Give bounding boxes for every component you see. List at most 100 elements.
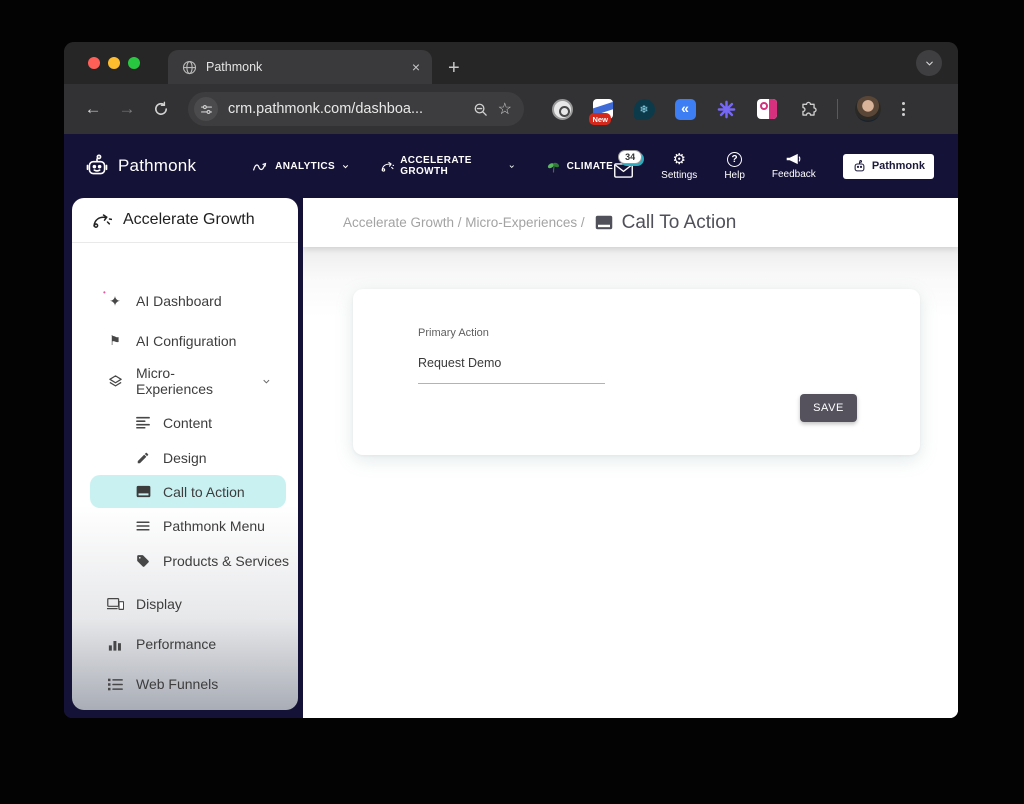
- menu-accelerate-growth[interactable]: ACCELERATE GROWTH: [380, 155, 516, 177]
- notifications-button[interactable]: 34: [613, 162, 634, 179]
- robot-logo-icon: [84, 153, 110, 179]
- tab-strip: Pathmonk × +: [64, 42, 958, 84]
- extension-starburst-icon[interactable]: [714, 97, 738, 121]
- sidebar-item-web-funnels[interactable]: Web Funnels: [72, 664, 298, 704]
- url-text[interactable]: crm.pathmonk.com/dashboa...: [228, 101, 463, 117]
- browser-menu-icon[interactable]: [898, 102, 909, 116]
- pathmonk-account-button[interactable]: Pathmonk: [843, 154, 934, 179]
- envelope-icon: [613, 162, 634, 179]
- sidebar-item-label: Call to Action: [163, 484, 245, 500]
- settings-button[interactable]: ⚙ Settings: [661, 152, 697, 181]
- extension-with-new-badge-icon[interactable]: New: [591, 97, 615, 121]
- sidebar-item-display[interactable]: Display: [72, 584, 298, 624]
- sprout-icon: [546, 159, 561, 174]
- new-badge: New: [589, 113, 611, 125]
- sidebar-item-design[interactable]: Design: [72, 440, 298, 475]
- tab-search-chevron-button[interactable]: [916, 50, 942, 76]
- chevron-down-icon: [341, 162, 350, 171]
- page-title: Call To Action: [622, 212, 737, 234]
- save-button[interactable]: SAVE: [800, 394, 857, 422]
- new-tab-button[interactable]: +: [448, 58, 460, 78]
- bar-chart-icon: [106, 638, 124, 651]
- sidebar-item-ai-dashboard[interactable]: ✦ AI Dashboard: [72, 281, 298, 321]
- sidebar-item-micro-experiences[interactable]: Micro-Experiences: [72, 361, 298, 401]
- sidebar-item-label: Micro-Experiences: [136, 365, 249, 397]
- pathmonk-brand[interactable]: Pathmonk: [84, 153, 196, 179]
- sidebar-item-content[interactable]: Content: [72, 405, 298, 440]
- breadcrumb-bar: Accelerate Growth / Micro-Experiences / …: [303, 198, 958, 247]
- extension-rewind-icon[interactable]: «: [673, 97, 697, 121]
- chevron-down-icon: [924, 58, 935, 69]
- extension-privacy-clock-icon[interactable]: [550, 97, 574, 121]
- page-title-wrap: Call To Action: [595, 212, 737, 234]
- extension-pink-search-icon[interactable]: [755, 97, 779, 121]
- primary-action-input[interactable]: [418, 356, 605, 384]
- layers-icon: [106, 374, 124, 389]
- zoom-window-button[interactable]: [128, 57, 140, 69]
- profile-avatar[interactable]: [855, 96, 881, 122]
- chevron-down-icon: [261, 376, 272, 387]
- flag-icon: ⚑: [106, 333, 124, 349]
- sidebar-item-label: Performance: [136, 636, 216, 652]
- sidebar-item-performance[interactable]: Performance: [72, 624, 298, 664]
- extensions-puzzle-icon[interactable]: [796, 97, 820, 121]
- primary-action-card: Primary Action SAVE: [353, 289, 920, 455]
- sidebar-item-call-to-action[interactable]: Call to Action: [90, 475, 286, 508]
- menu-label: ANALYTICS: [275, 161, 335, 172]
- cta-icon: [595, 215, 613, 230]
- menu-climate[interactable]: CLIMATE: [546, 159, 614, 174]
- app-navbar: Pathmonk ANALYTICS ACCELERATE GROWTH: [64, 134, 958, 198]
- browser-window: Pathmonk × + ← → crm.pathmonk.com/dashbo…: [64, 42, 958, 718]
- page-body: Accelerate Growth ✦ AI Dashboard ⚑ AI Co…: [64, 198, 958, 718]
- brand-name: Pathmonk: [118, 156, 196, 176]
- browser-tab[interactable]: Pathmonk ×: [168, 50, 432, 84]
- list-icon: [106, 678, 124, 691]
- site-settings-icon[interactable]: [194, 97, 218, 121]
- help-button[interactable]: ? Help: [724, 152, 745, 181]
- menu-label: CLIMATE: [567, 161, 614, 172]
- notification-count-badge: 34: [618, 150, 642, 164]
- extension-snowflake-chat-icon[interactable]: ❄: [632, 97, 656, 121]
- growth-arrow-icon: [90, 210, 112, 230]
- back-button[interactable]: ←: [78, 99, 108, 119]
- sidebar-item-products-services[interactable]: Products & Services: [72, 543, 298, 578]
- breadcrumb[interactable]: Accelerate Growth / Micro-Experiences /: [343, 215, 585, 230]
- gear-icon: ⚙: [673, 152, 686, 167]
- cta-icon: [135, 485, 151, 498]
- sidebar-title: Accelerate Growth: [123, 211, 255, 229]
- sidebar-item-label: Products & Services: [163, 553, 289, 569]
- bookmark-star-icon[interactable]: ☆: [498, 99, 512, 119]
- sidebar-item-label: Display: [136, 596, 182, 612]
- sparkle-icon: ✦: [106, 293, 124, 310]
- feedback-button[interactable]: Feedback: [772, 152, 816, 180]
- menu-analytics[interactable]: ANALYTICS: [252, 159, 350, 174]
- feedback-label: Feedback: [772, 169, 816, 180]
- nav-menus: ANALYTICS ACCELERATE GROWTH: [252, 155, 613, 177]
- question-circle-icon: ?: [727, 152, 742, 167]
- nav-right: 34 ⚙ Settings ? Help Feedb: [613, 152, 934, 181]
- tag-icon: [135, 554, 151, 568]
- help-label: Help: [724, 170, 745, 181]
- robot-icon: [852, 159, 867, 174]
- sidebar-header: Accelerate Growth: [72, 198, 298, 243]
- sidebar: Accelerate Growth ✦ AI Dashboard ⚑ AI Co…: [72, 198, 298, 710]
- zoom-out-icon[interactable]: [473, 102, 488, 117]
- sidebar-item-pathmonk-menu[interactable]: Pathmonk Menu: [72, 508, 298, 543]
- forward-button[interactable]: →: [112, 99, 142, 119]
- close-window-button[interactable]: [88, 57, 100, 69]
- address-bar[interactable]: crm.pathmonk.com/dashboa... ☆: [188, 92, 524, 126]
- align-left-icon: [135, 416, 151, 429]
- chevron-down-icon: [508, 162, 515, 171]
- sidebar-item-label: AI Dashboard: [136, 293, 222, 309]
- minimize-window-button[interactable]: [108, 57, 120, 69]
- extensions-row: New ❄ «: [550, 96, 909, 122]
- sidebar-list: ✦ AI Dashboard ⚑ AI Configuration: [72, 243, 298, 704]
- sidebar-item-ai-configuration[interactable]: ⚑ AI Configuration: [72, 321, 298, 361]
- squiggle-chart-icon: [252, 159, 269, 174]
- pencil-icon: [135, 451, 151, 465]
- sidebar-item-label: Pathmonk Menu: [163, 518, 265, 534]
- tab-close-icon[interactable]: ×: [412, 60, 420, 74]
- sidebar-item-label: Content: [163, 415, 212, 431]
- browser-toolbar: ← → crm.pathmonk.com/dashboa... ☆: [64, 84, 958, 134]
- reload-button[interactable]: [146, 101, 176, 117]
